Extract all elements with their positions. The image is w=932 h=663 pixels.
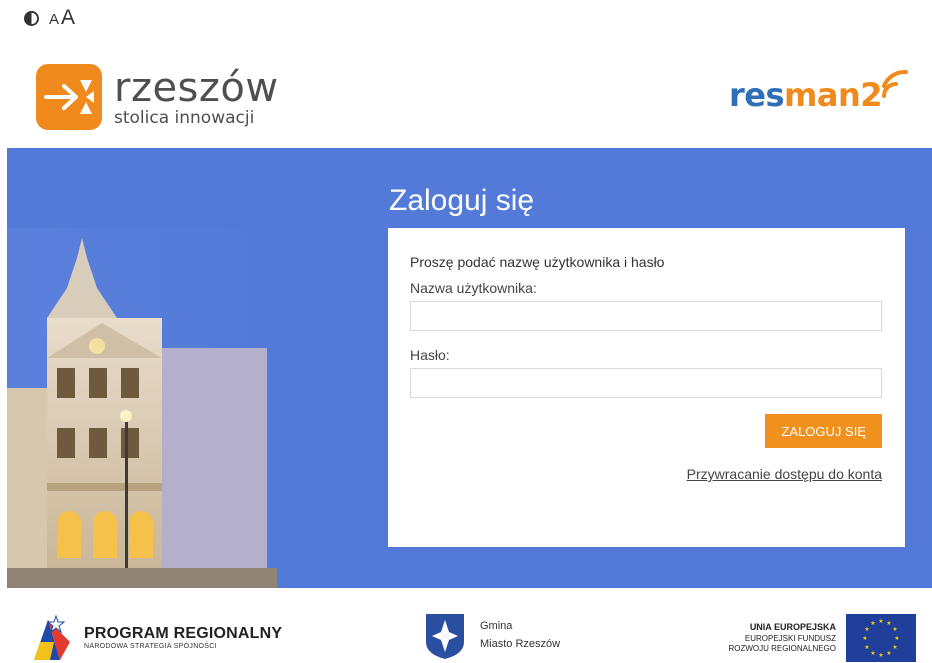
program-regionalny-text: PROGRAM REGIONALNY NARODOWA STRATEGIA SP… [84, 625, 282, 650]
rzeszow-logo[interactable]: rzeszów stolica innowacji [34, 62, 279, 132]
svg-text:★: ★ [878, 618, 883, 625]
svg-text:★: ★ [878, 652, 883, 659]
svg-text:★: ★ [886, 650, 891, 657]
font-size-small-button[interactable]: A [49, 11, 59, 28]
recover-account-link[interactable]: Przywracanie dostępu do konta [687, 466, 882, 482]
submit-row: ZALOGUJ SIĘ [410, 414, 882, 448]
city-name: rzeszów [114, 64, 279, 111]
password-label: Hasło: [410, 347, 450, 363]
eu-line2: ROZWOJU REGIONALNEGO [728, 643, 836, 653]
program-title: PROGRAM REGIONALNY [84, 624, 283, 642]
eu-line1: EUROPEJSKI FUNDUSZ [744, 633, 836, 643]
eu-logo: UNIA EUROPEJSKA EUROPEJSKI FUNDUSZ ROZWO… [728, 614, 916, 662]
signal-icon [882, 69, 908, 98]
eu-title: UNIA EUROPEJSKA [749, 622, 836, 633]
login-title: Zaloguj się [389, 184, 535, 217]
svg-text:★: ★ [862, 635, 867, 642]
recover-row: Przywracanie dostępu do konta [410, 448, 882, 484]
gmina-crest-icon [426, 614, 464, 659]
city-tagline: stolica innowacji [114, 107, 255, 128]
svg-text:★: ★ [892, 644, 897, 651]
svg-text:★: ★ [892, 626, 897, 633]
font-size-controls: A A [49, 6, 75, 30]
svg-text:★: ★ [894, 635, 899, 642]
resman-wordmark: resman2 [728, 76, 883, 114]
program-regionalny-logo: PROGRAM REGIONALNY NARODOWA STRATEGIA SP… [30, 612, 282, 662]
rzeszow-logo-text: rzeszów stolica innowacji [114, 68, 279, 127]
svg-text:★: ★ [870, 620, 875, 627]
svg-text:★: ★ [886, 620, 891, 627]
program-subtitle: NARODOWA STRATEGIA SPÓJNOŚCI [84, 642, 217, 650]
gmina-line1: Gmina [480, 620, 513, 633]
accessibility-bar: A A [24, 6, 75, 30]
svg-text:★: ★ [870, 650, 875, 657]
gmina-logo: Gmina Miasto Rzeszów [424, 612, 560, 660]
login-button[interactable]: ZALOGUJ SIĘ [765, 414, 882, 448]
svg-text:★: ★ [864, 626, 869, 633]
password-group: Hasło: [410, 347, 883, 398]
eu-flag-icon: ★ ★ ★ ★ ★ ★ ★ ★ ★ ★ ★ ★ [846, 614, 916, 662]
contrast-icon[interactable] [24, 10, 39, 26]
program-regionalny-icon [34, 614, 70, 660]
hero-banner: Zaloguj się Proszę podać nazwę użytkowni… [7, 148, 932, 588]
username-label: Nazwa użytkownika: [410, 280, 537, 296]
gmina-text: Gmina Miasto Rzeszów [480, 618, 560, 653]
rzeszow-logo-icon [36, 64, 102, 130]
resman-logo[interactable]: resman2 [729, 66, 914, 114]
username-input[interactable] [410, 301, 882, 331]
footer: PROGRAM REGIONALNY NARODOWA STRATEGIA SP… [0, 600, 932, 663]
resman-wordmark-part2: man2 [784, 76, 882, 114]
resman-wordmark-part1: res [728, 76, 785, 114]
eu-text: UNIA EUROPEJSKA EUROPEJSKI FUNDUSZ ROZWO… [728, 622, 836, 653]
svg-text:★: ★ [864, 644, 869, 651]
username-group: Nazwa użytkownika: [410, 280, 883, 331]
gmina-line2: Miasto Rzeszów [480, 638, 561, 650]
login-instruction: Proszę podać nazwę użytkownika i hasło [410, 254, 665, 270]
password-input[interactable] [410, 368, 882, 398]
login-form: Proszę podać nazwę użytkownika i hasło N… [388, 228, 905, 547]
font-size-large-button[interactable]: A [61, 6, 75, 30]
town-hall-image [7, 228, 277, 588]
